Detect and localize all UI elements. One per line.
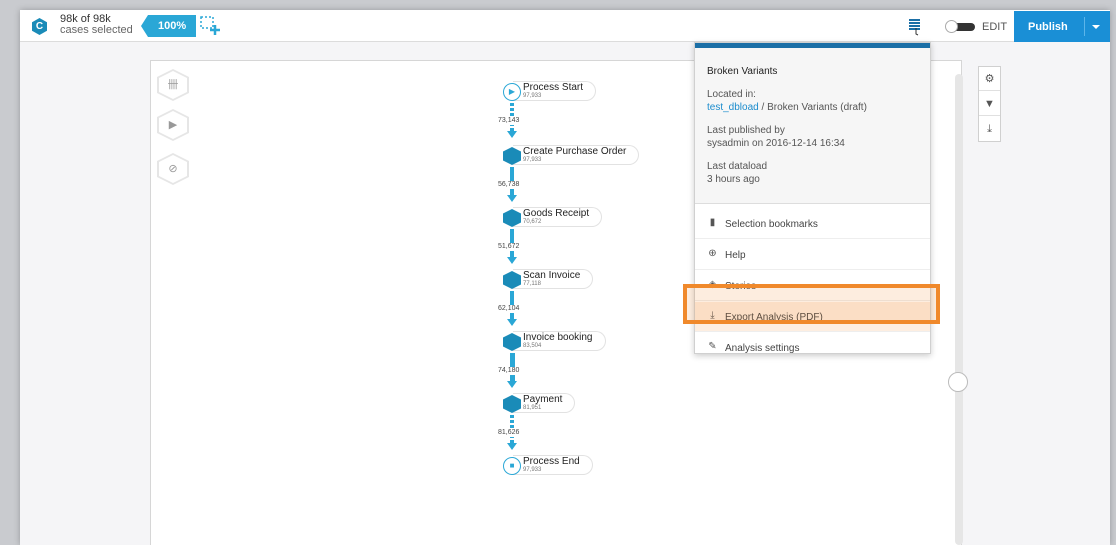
menu-item-selection-bookmarks[interactable]: ▮ Selection bookmarks — [695, 209, 930, 239]
stop-icon: ■ — [503, 457, 521, 475]
bookmark-icon: ▮ — [709, 217, 716, 228]
play-icon: ▶ — [503, 83, 521, 101]
menu-item-label: Help — [725, 250, 746, 261]
eye-slash-icon: ⊘ — [159, 155, 187, 183]
cases-selected-label: cases selected — [60, 24, 133, 36]
node-count: 97,933 — [523, 157, 542, 163]
node-count: 77,118 — [523, 281, 541, 287]
add-selection-icon[interactable] — [200, 16, 222, 36]
location-analysis: Broken Variants (draft) — [767, 102, 867, 113]
chevron-down-icon[interactable] — [1092, 25, 1100, 29]
menu-item-label: Selection bookmarks — [725, 219, 818, 230]
zoom-slider-handle[interactable] — [948, 372, 968, 392]
node-name: Scan Invoice — [523, 270, 581, 281]
edge-count: 62,104 — [498, 305, 520, 313]
app-logo-icon[interactable]: C — [32, 18, 47, 35]
location-path: test_dbload / Broken Variants (draft) — [707, 101, 867, 114]
node-name: Goods Receipt — [523, 208, 590, 219]
analysis-title: Broken Variants — [707, 66, 778, 77]
app-window: C 98k of 98k cases selected 100% EDIT Pu… — [20, 10, 1110, 545]
last-published-value: sysadmin on 2016-12-14 16:34 — [707, 138, 845, 149]
selection-percent-badge: 100% — [140, 15, 197, 37]
filter-icon[interactable]: ▼ — [979, 92, 1000, 116]
zoom-slider-track[interactable] — [955, 74, 963, 545]
menu-item-label: Analysis settings — [725, 343, 800, 354]
download-icon[interactable]: ⤓ — [979, 117, 1000, 141]
edge-count: 51,672 — [498, 243, 520, 251]
edge-count: 73,143 — [498, 117, 520, 125]
edit-label: EDIT — [982, 21, 1008, 33]
node-name: Process End — [523, 456, 580, 467]
cases-selection-info: 98k of 98k cases selected — [60, 14, 133, 36]
node-name: Invoice booking — [523, 332, 593, 343]
menu-item-analysis-settings[interactable]: ✎ Analysis settings — [695, 333, 930, 363]
location-separator: / — [758, 102, 768, 113]
analysis-info-panel: Broken Variants Located in: test_dbload … — [695, 48, 930, 204]
edge-count: 81,626 — [498, 429, 520, 437]
analysis-menu-icon[interactable] — [908, 18, 922, 36]
edge-count: 56,738 — [498, 181, 520, 189]
play-icon: ▶ — [159, 111, 187, 139]
highlight-box — [683, 284, 940, 324]
publish-label: Publish — [1028, 21, 1068, 33]
publish-button[interactable]: Publish — [1014, 11, 1110, 42]
last-dataload-value: 3 hours ago — [707, 174, 760, 185]
last-published-label: Last published by — [707, 125, 785, 136]
node-count: 97,933 — [523, 93, 542, 99]
settings-gear-icon[interactable]: ⚙ — [979, 67, 1000, 91]
last-dataload-label: Last dataload — [707, 161, 768, 172]
node-name: Create Purchase Order — [523, 146, 627, 157]
edge-count: 74,180 — [498, 367, 520, 375]
wrench-icon: ✎ — [708, 341, 717, 352]
tally-button[interactable]: 卌 — [157, 69, 189, 101]
edit-mode-toggle[interactable] — [945, 20, 977, 33]
node-count: 81,951 — [523, 405, 542, 411]
play-button[interactable]: ▶ — [157, 109, 189, 141]
help-icon: ⊕ — [708, 248, 717, 259]
node-count: 97,933 — [523, 467, 542, 473]
located-in-label: Located in: — [707, 89, 756, 100]
hide-button[interactable]: ⊘ — [157, 153, 189, 185]
top-toolbar: C 98k of 98k cases selected 100% EDIT Pu… — [20, 10, 1110, 42]
node-count: 70,672 — [523, 219, 542, 225]
menu-item-help[interactable]: ⊕ Help — [695, 240, 930, 270]
node-name: Payment — [523, 394, 563, 405]
node-count: 83,504 — [523, 343, 542, 349]
node-name: Process Start — [523, 82, 584, 93]
location-link[interactable]: test_dbload — [707, 102, 759, 113]
right-toolbar: ⚙ ▼ ⤓ — [978, 66, 1001, 142]
tally-icon: 卌 — [159, 71, 187, 99]
